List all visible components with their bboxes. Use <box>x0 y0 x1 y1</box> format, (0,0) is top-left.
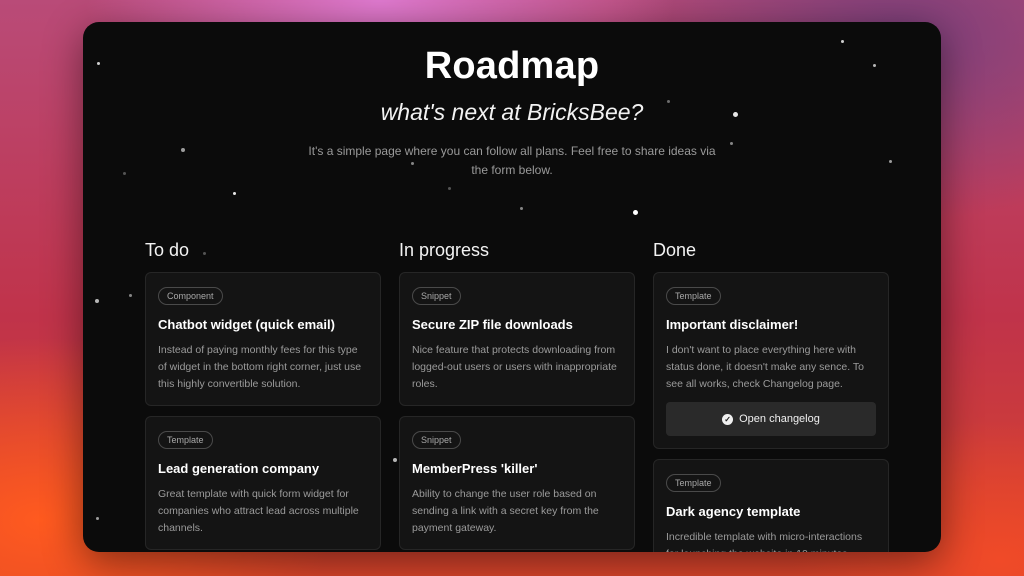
card-title: Chatbot widget (quick email) <box>158 317 335 332</box>
column-done: Done Template Important disclaimer! I do… <box>653 238 889 552</box>
column-todo: To do Component Chatbot widget (quick em… <box>145 238 381 552</box>
check-circle-icon: ✓ <box>722 413 734 425</box>
page-subtitle: what's next at BricksBee? <box>380 99 644 125</box>
star-particle <box>95 299 99 303</box>
card-description: I don't want to place everything here wi… <box>666 344 864 390</box>
roadmap-card[interactable]: Template Dark agency template Incredible… <box>653 459 889 552</box>
star-particle <box>633 210 638 215</box>
hero-section: Roadmap what's next at BricksBee? It's a… <box>83 44 941 180</box>
column-title-in-progress: In progress <box>399 240 490 260</box>
page-title: Roadmap <box>424 45 600 87</box>
intro-text: It's a simple page where you can follow … <box>308 144 716 177</box>
star-particle <box>129 294 132 297</box>
card-description: Instead of paying monthly fees for this … <box>158 344 362 390</box>
roadmap-columns: To do Component Chatbot widget (quick em… <box>145 238 889 552</box>
roadmap-card[interactable]: Template Lead generation company Great t… <box>145 416 381 550</box>
card-title: MemberPress 'killer' <box>412 461 538 476</box>
column-in-progress: In progress Snippet Secure ZIP file down… <box>399 238 635 552</box>
roadmap-card[interactable]: Snippet Secure ZIP file downloads Nice f… <box>399 272 635 406</box>
column-title-done: Done <box>653 240 697 260</box>
card-description: Incredible template with micro-interacti… <box>666 531 863 552</box>
card-tag: Snippet <box>412 287 461 305</box>
card-description: Great template with quick form widget fo… <box>158 488 359 534</box>
roadmap-card[interactable]: Template Important disclaimer! I don't w… <box>653 272 889 449</box>
star-particle <box>841 40 844 43</box>
card-description: Nice feature that protects downloading f… <box>412 344 617 390</box>
open-changelog-label: Open changelog <box>739 413 820 425</box>
star-particle <box>520 207 523 210</box>
card-tag: Template <box>666 474 721 492</box>
open-changelog-button[interactable]: ✓ Open changelog <box>666 402 876 436</box>
card-tag: Component <box>158 287 223 305</box>
star-particle <box>233 192 236 195</box>
star-particle <box>448 187 451 190</box>
card-tag: Template <box>666 287 721 305</box>
card-tag: Template <box>158 431 213 449</box>
card-title: Important disclaimer! <box>666 317 799 332</box>
card-tag: Snippet <box>412 431 461 449</box>
app-window: Roadmap what's next at BricksBee? It's a… <box>83 22 941 552</box>
card-title: Lead generation company <box>158 461 320 476</box>
card-description: Ability to change the user role based on… <box>412 488 599 534</box>
roadmap-card[interactable]: Snippet MemberPress 'killer' Ability to … <box>399 416 635 550</box>
card-title: Dark agency template <box>666 504 801 519</box>
star-particle <box>96 517 99 520</box>
card-title: Secure ZIP file downloads <box>412 317 573 332</box>
roadmap-card[interactable]: Component Chatbot widget (quick email) I… <box>145 272 381 406</box>
column-title-todo: To do <box>145 240 190 260</box>
